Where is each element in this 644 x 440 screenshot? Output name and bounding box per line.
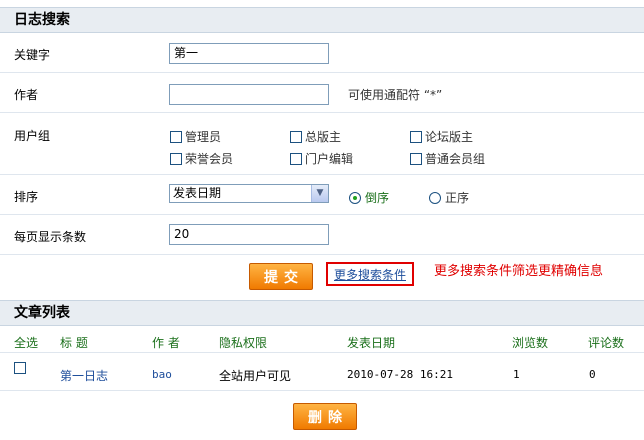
author-row: 作者 可使用通配符 “*” (0, 73, 644, 113)
group-checkbox-regular-member[interactable]: 普通会员组 (410, 150, 485, 167)
per-page-input[interactable]: 20 (169, 224, 329, 245)
column-header-views: 浏览数 (512, 336, 549, 350)
group-checkbox-honor-member[interactable]: 荣誉会员 (170, 150, 233, 167)
per-page-row: 每页显示条数 20 (0, 215, 644, 255)
article-list-title: 文章列表 (14, 305, 70, 321)
keyword-label: 关键字 (14, 48, 51, 62)
author-input[interactable] (169, 84, 329, 105)
sort-asc-radio[interactable]: 正序 (429, 189, 469, 206)
checkbox-icon[interactable] (14, 362, 26, 374)
submit-button[interactable]: 提交 (249, 263, 313, 290)
group-checkbox-forum-moderator[interactable]: 论坛版主 (410, 128, 473, 145)
select-all-link[interactable]: 全选 (14, 334, 38, 351)
checkbox-icon[interactable] (290, 130, 302, 143)
sort-row: 排序 发表日期 ▼ 倒序 正序 (0, 175, 644, 215)
delete-button[interactable]: 删除 (293, 403, 357, 430)
search-section-header: 日志搜索 (0, 7, 644, 33)
column-header-comments: 评论数 (588, 336, 625, 350)
group-checkbox-portal-editor[interactable]: 门户编辑 (290, 150, 353, 167)
user-group-label: 用户组 (14, 129, 51, 143)
more-search-conditions-link[interactable]: 更多搜索条件 (326, 262, 414, 286)
row-privacy: 全站用户可见 (219, 369, 292, 383)
article-list-header: 文章列表 (0, 300, 644, 326)
column-header-title: 标 题 (60, 336, 88, 350)
group-checkbox-super-moderator[interactable]: 总版主 (290, 128, 341, 145)
search-section-title: 日志搜索 (14, 12, 70, 28)
column-header-date: 发表日期 (347, 336, 396, 350)
checkbox-icon[interactable] (410, 152, 422, 165)
checkbox-icon[interactable] (170, 130, 182, 143)
row-checkbox[interactable] (14, 362, 29, 374)
checkbox-icon[interactable] (290, 152, 302, 165)
group-checkbox-admin[interactable]: 管理员 (170, 128, 221, 145)
keyword-input[interactable]: 第一 (169, 43, 329, 64)
user-group-row: 用户组 管理员 总版主 论坛版主 荣誉会员 门户编辑 普通会员组 (0, 113, 644, 175)
sort-select-value: 发表日期 (173, 186, 222, 200)
checkbox-icon[interactable] (170, 152, 182, 165)
column-header-author: 作 者 (152, 336, 180, 350)
keyword-row: 关键字 第一 (0, 33, 644, 73)
per-page-label: 每页显示条数 (14, 230, 87, 244)
sort-select[interactable]: 发表日期 ▼ (169, 184, 329, 203)
radio-checked-icon[interactable] (349, 191, 361, 204)
row-views: 1 (513, 368, 520, 381)
row-title-link[interactable]: 第一日志 (60, 367, 108, 384)
column-header-privacy: 隐私权限 (219, 336, 268, 350)
author-label: 作者 (14, 88, 39, 102)
checkbox-icon[interactable] (410, 130, 422, 143)
row-comments: 0 (589, 368, 596, 381)
row-date: 2010-07-28 16:21 (347, 368, 453, 381)
annotation-text: 更多搜索条件筛选更精确信息 (434, 264, 604, 279)
chevron-down-icon[interactable]: ▼ (311, 185, 328, 202)
sort-label: 排序 (14, 190, 39, 204)
sort-desc-radio[interactable]: 倒序 (349, 189, 389, 206)
author-hint: 可使用通配符 “*” (348, 88, 443, 102)
radio-icon[interactable] (429, 191, 441, 204)
row-author-link[interactable]: bao (152, 368, 172, 381)
